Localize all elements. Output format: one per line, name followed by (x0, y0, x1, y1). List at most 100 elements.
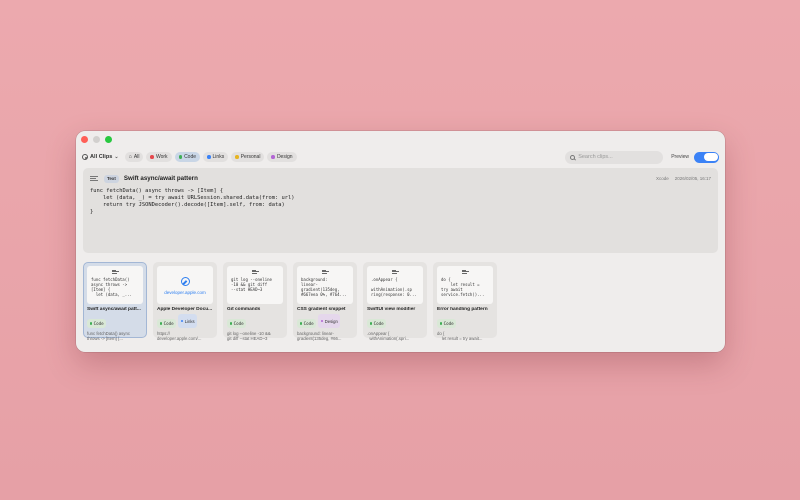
tag-label: Code (93, 321, 104, 326)
filter-chip-links[interactable]: Links (203, 152, 229, 162)
color-dot-icon (89, 322, 93, 325)
clip-preview-text: func fetchData() async throws -> [Item] … (91, 276, 132, 297)
color-dot-icon (320, 319, 324, 323)
tag-code: Code (367, 319, 387, 328)
tag-icon: ⌂ (128, 154, 132, 160)
compass-icon (180, 277, 190, 286)
preview-label: Preview (671, 154, 689, 160)
clip-card-title: CSS gradient snippet (297, 307, 346, 312)
clip-thumbnail: do { let result = try await service.fetc… (437, 266, 493, 304)
clip-content: func fetchData() async throws -> [Item] … (90, 188, 295, 215)
filter-chip-work[interactable]: Work (146, 152, 172, 162)
tag-label: Code (443, 321, 454, 326)
filter-chip-all[interactable]: ⌂ All (124, 152, 144, 162)
tag-label: Code (163, 321, 174, 326)
tag-code: Code (87, 319, 107, 328)
text-lines-icon (391, 270, 399, 274)
close-window-button[interactable] (81, 136, 88, 143)
clip-snippet: func fetchData() async throws -> [Item] … (87, 331, 130, 342)
clip-type-badge: Text (104, 174, 119, 183)
clip-thumbnail: .onAppear { withAnimation(.sp ring(respo… (367, 266, 423, 304)
text-lines-icon (321, 270, 329, 274)
toolbar: All Clips ⌄ ⌂ All Work Code Links Personal Des… (82, 150, 719, 164)
filter-chip-design[interactable]: Design (267, 152, 297, 162)
clip-thumbnail: func fetchData() async throws -> [Item] … (87, 266, 143, 304)
color-dot-icon (229, 322, 233, 325)
color-dot-icon (369, 322, 373, 325)
search-icon (570, 154, 576, 160)
filter-chip-label: Work (155, 154, 168, 160)
color-dot-icon (159, 322, 163, 325)
clip-thumbnail: background: linear- gradient(135deg, #66… (297, 266, 353, 304)
filter-chip-personal[interactable]: Personal (231, 152, 265, 162)
filter-chip-code[interactable]: Code (174, 152, 201, 162)
text-lines-icon (251, 270, 259, 274)
clip-snippet: https:// developer.apple.com/... (157, 331, 202, 342)
clip-tags: Code (227, 314, 283, 328)
filter-chip-label: Design (276, 154, 293, 160)
color-dot-icon (150, 155, 154, 159)
clip-detail-panel: Text Swift async/await pattern Xcode 202… (83, 168, 718, 253)
preview-toggle[interactable] (694, 151, 719, 163)
tag-design: Design (318, 314, 341, 328)
tag-label: Code (303, 321, 314, 326)
clip-title: Swift async/await pattern (123, 175, 198, 182)
color-dot-icon (180, 319, 184, 323)
clip-source-app: Xcode (655, 176, 669, 181)
all-clips-label: All Clips (90, 154, 113, 160)
tag-label: Code (233, 321, 244, 326)
clip-preview-text: .onAppear { withAnimation(.sp ring(respo… (371, 276, 417, 297)
clip-snippet: background: linear- gradient(135deg, #66… (297, 331, 342, 342)
clip-preview-text: git log --oneline -10 && git diff --stat… (231, 276, 272, 292)
tag-label: Code (373, 321, 384, 326)
clip-snippet: do { let result = try await... (437, 331, 483, 342)
filter-chip-label: All (133, 154, 140, 160)
clip-snippet: .onAppear { withAnimation(.spri... (367, 331, 410, 342)
clip-timestamp: 2026/02/05, 16:17 (674, 176, 711, 181)
text-lines-icon (111, 270, 119, 274)
tag-code: Code (227, 319, 247, 328)
color-dot-icon (299, 322, 303, 325)
clipboard-window: All Clips ⌄ ⌂ All Work Code Links Personal Des… (76, 131, 725, 352)
clip-preview-text: do { let result = try await service.fetc… (441, 276, 485, 297)
color-dot-icon (271, 155, 275, 159)
clip-card[interactable]: do { let result = try await service.fetc… (433, 262, 497, 341)
color-dot-icon (178, 155, 183, 159)
clip-tags: Code (87, 314, 143, 328)
minimize-window-button[interactable] (93, 136, 100, 143)
tag-code: Code (297, 319, 317, 328)
clip-card-title: Apple Developer Docu... (157, 307, 213, 312)
search-input[interactable] (578, 154, 659, 160)
clip-card[interactable]: .onAppear { withAnimation(.sp ring(respo… (363, 262, 427, 341)
chevron-down-icon: ⌄ (114, 154, 119, 160)
toggle-knob (703, 152, 718, 162)
tag-links: Links (178, 314, 198, 328)
filter-chip-label: Links (212, 154, 225, 160)
clip-card[interactable]: background: linear- gradient(135deg, #66… (293, 262, 357, 341)
filter-chips: ⌂ All Work Code Links Personal Design (124, 152, 300, 162)
clip-card[interactable]: git log --oneline -10 && git diff --stat… (223, 262, 287, 341)
search-box[interactable] (565, 150, 664, 164)
clip-card[interactable]: developer.apple.com Apple Developer Docu.… (153, 262, 217, 341)
clip-tags: Code (367, 314, 423, 328)
color-dot-icon (207, 155, 211, 159)
tag-label: Links (184, 318, 195, 324)
clip-tags: Code Design (297, 314, 353, 328)
text-lines-icon (90, 176, 98, 181)
clip-card-title: Git commands (227, 307, 261, 312)
clip-thumbnail: developer.apple.com (157, 266, 213, 304)
clip-tags: Code Links (157, 314, 213, 328)
zoom-window-button[interactable] (105, 136, 112, 143)
text-lines-icon (461, 270, 469, 274)
clips-source-icon (82, 154, 88, 160)
window-controls (81, 136, 112, 143)
filter-chip-label: Personal (240, 154, 261, 160)
all-clips-dropdown[interactable]: All Clips ⌄ (82, 154, 119, 160)
clip-card-title: Error handling pattern (437, 307, 488, 312)
clip-snippet: git log --oneline -10 && git diff --stat… (227, 331, 271, 342)
tag-code: Code (157, 319, 177, 328)
tag-label: Design (324, 318, 338, 324)
clip-tags: Code (437, 314, 493, 328)
tag-code: Code (437, 319, 457, 328)
clip-card[interactable]: func fetchData() async throws -> [Item] … (83, 262, 147, 341)
